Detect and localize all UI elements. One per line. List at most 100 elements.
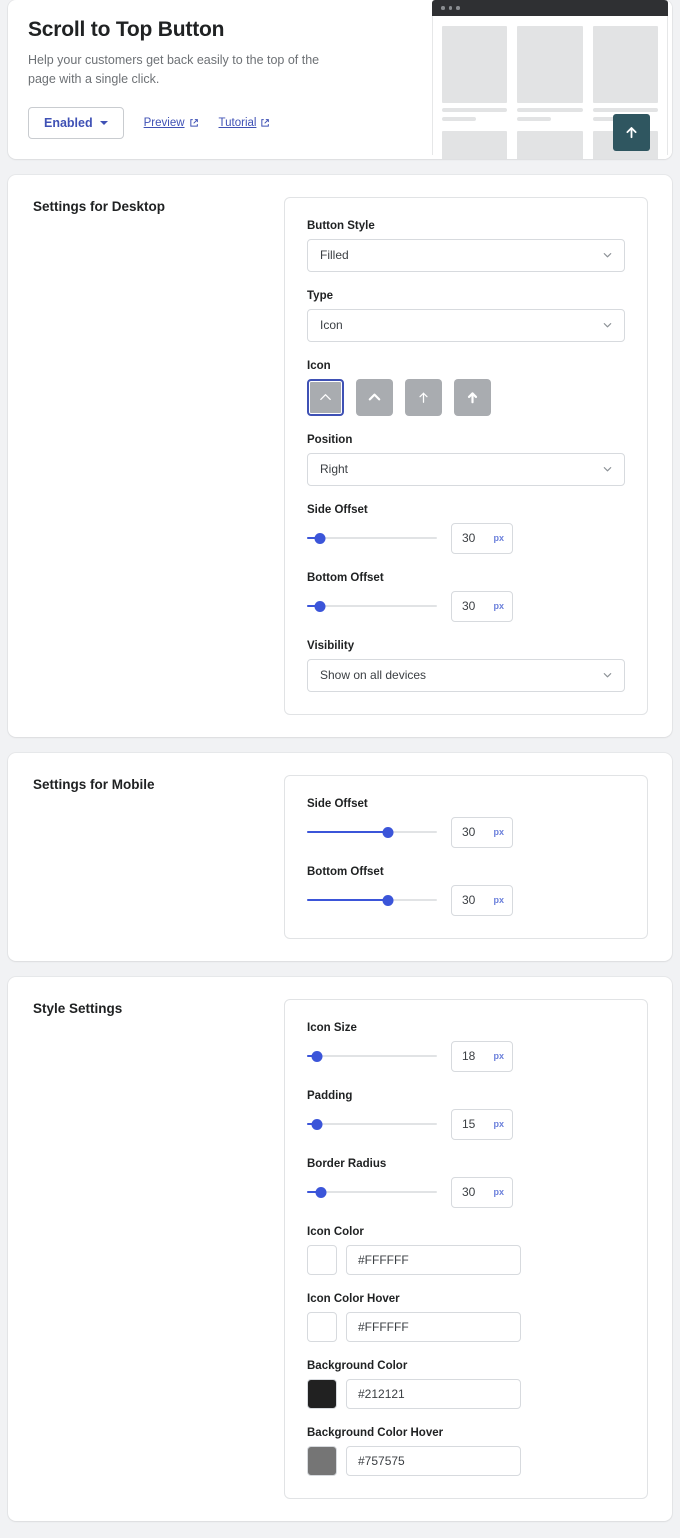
page-subtitle: Help your customers get back easily to t… <box>28 53 320 87</box>
visibility-label: Visibility <box>307 639 355 652</box>
mobile-bottom-offset-control: 30 px <box>307 884 625 916</box>
mobile-bottom-offset-slider[interactable] <box>307 893 437 907</box>
icon-color-label: Icon Color <box>307 1225 364 1238</box>
icon-option-arrow-up-bold[interactable] <box>454 378 491 416</box>
icon-size-value: 18 <box>462 1049 476 1064</box>
icon-size-unit: px <box>493 1051 504 1062</box>
padding-slider[interactable] <box>307 1117 437 1131</box>
desktop-settings-card: Settings for Desktop Button Style Filled… <box>8 174 672 737</box>
background-color-hover-input[interactable]: #757575 <box>346 1445 521 1476</box>
icon-color-input[interactable]: #FFFFFF <box>346 1244 521 1275</box>
icon-size-slider[interactable] <box>307 1049 437 1063</box>
side-offset-control: 30 px <box>307 522 625 554</box>
icon-color-swatch[interactable] <box>307 1244 337 1275</box>
side-offset-input[interactable]: 30 px <box>451 522 513 554</box>
chevron-down-icon <box>603 673 612 678</box>
mobile-settings-section: Settings for Mobile Side Offset 30 px Bo… <box>8 753 672 961</box>
arrow-up-icon <box>419 392 428 403</box>
preview-scroll-to-top-button[interactable] <box>613 113 650 151</box>
bottom-offset-label: Bottom Offset <box>307 571 384 584</box>
icon-color-hover-input[interactable]: #FFFFFF <box>346 1311 521 1342</box>
icon-option-chevron-up-thin[interactable] <box>307 378 344 416</box>
slider-fill <box>307 831 388 834</box>
background-color-hover-swatch[interactable] <box>307 1445 337 1476</box>
icon-size-input[interactable]: 18 px <box>451 1040 513 1072</box>
background-color-input[interactable]: #212121 <box>346 1378 521 1409</box>
background-color-value: #212121 <box>358 1386 405 1401</box>
button-style-select[interactable]: Filled <box>307 238 625 272</box>
slider-fill <box>307 899 388 902</box>
visibility-select[interactable]: Show on all devices <box>307 658 625 692</box>
icon-option-chevron-up-bold[interactable] <box>356 378 393 416</box>
icon-option-group <box>307 378 625 416</box>
header-left: Scroll to Top Button Help your customers… <box>8 0 432 159</box>
field-desktop-side-offset: Side Offset 30 px <box>307 504 625 554</box>
section-title: Settings for Mobile <box>33 776 155 792</box>
icon-color-hover-swatch[interactable] <box>307 1311 337 1342</box>
style-settings-panel: Icon Size 18 px Padding 15 px Border Rad… <box>284 998 648 1499</box>
field-desktop-bottom-offset: Bottom Offset 30 px <box>307 572 625 622</box>
arrow-up-icon <box>626 126 637 138</box>
bottom-offset-control: 30 px <box>307 590 625 622</box>
mobile-settings-card: Settings for Mobile Side Offset 30 px Bo… <box>8 752 672 961</box>
chevron-up-icon <box>368 393 381 401</box>
slider-thumb[interactable] <box>314 600 326 612</box>
mobile-bottom-offset-unit: px <box>493 895 504 906</box>
mock-card <box>517 131 583 159</box>
window-dot-icon <box>448 6 452 10</box>
enabled-dropdown-button[interactable]: Enabled <box>28 106 124 139</box>
slider-thumb[interactable] <box>311 1050 323 1062</box>
field-border-radius: Border Radius 30 px <box>307 1158 625 1208</box>
chevron-down-icon <box>603 323 612 328</box>
mobile-side-offset-label: Side Offset <box>307 797 368 810</box>
chevron-up-icon <box>320 393 331 400</box>
header-actions: Enabled Preview Tutorial <box>28 106 412 139</box>
slider-thumb[interactable] <box>382 826 394 838</box>
slider-track <box>307 1123 437 1126</box>
field-background-color-hover: Background Color Hover #757575 <box>307 1427 625 1476</box>
slider-thumb[interactable] <box>382 894 394 906</box>
background-color-swatch[interactable] <box>307 1378 337 1409</box>
mock-browser-titlebar <box>432 0 668 16</box>
mock-text-line <box>592 108 658 112</box>
position-select[interactable]: Right <box>307 452 625 486</box>
desktop-settings-panel: Button Style Filled Type Icon Icon Posit… <box>284 196 648 715</box>
background-color-control: #212121 <box>307 1378 625 1409</box>
visibility-value: Show on all devices <box>320 668 427 683</box>
mobile-bottom-offset-input[interactable]: 30 px <box>451 884 513 916</box>
icon-color-hover-value: #FFFFFF <box>358 1319 409 1334</box>
bottom-offset-slider[interactable] <box>307 599 437 613</box>
mobile-side-offset-slider[interactable] <box>307 825 437 839</box>
icon-option-arrow-up-thin[interactable] <box>405 378 442 416</box>
page-title: Scroll to Top Button <box>28 18 225 41</box>
slider-thumb[interactable] <box>315 1186 327 1198</box>
button-style-value: Filled <box>320 248 349 263</box>
position-label: Position <box>307 433 353 446</box>
position-value: Right <box>320 462 349 477</box>
background-color-label: Background Color <box>307 1359 408 1372</box>
slider-thumb[interactable] <box>311 1118 323 1130</box>
padding-input[interactable]: 15 px <box>451 1108 513 1140</box>
preview-link[interactable]: Preview <box>144 117 199 129</box>
bottom-offset-unit: px <box>493 601 504 612</box>
mobile-settings-panel: Side Offset 30 px Bottom Offset 30 px <box>284 774 648 939</box>
side-offset-label: Side Offset <box>307 503 368 516</box>
side-offset-slider[interactable] <box>307 531 437 545</box>
chevron-down-icon <box>99 120 108 125</box>
mobile-side-offset-input[interactable]: 30 px <box>451 816 513 848</box>
side-offset-value: 30 <box>462 531 476 546</box>
slider-thumb[interactable] <box>314 532 326 544</box>
type-select[interactable]: Icon <box>307 308 625 342</box>
mock-text-line <box>442 108 508 112</box>
side-offset-unit: px <box>493 533 504 544</box>
icon-color-hover-label: Icon Color Hover <box>307 1292 400 1305</box>
padding-value: 15 <box>462 1117 476 1132</box>
border-radius-input[interactable]: 30 px <box>451 1176 513 1208</box>
mock-image-placeholder <box>442 131 508 159</box>
mobile-bottom-offset-value: 30 <box>462 893 476 908</box>
mock-card <box>517 26 583 121</box>
tutorial-link[interactable]: Tutorial <box>219 117 271 129</box>
border-radius-slider[interactable] <box>307 1185 437 1199</box>
bottom-offset-input[interactable]: 30 px <box>451 590 513 622</box>
field-visibility: Visibility Show on all devices <box>307 640 625 692</box>
